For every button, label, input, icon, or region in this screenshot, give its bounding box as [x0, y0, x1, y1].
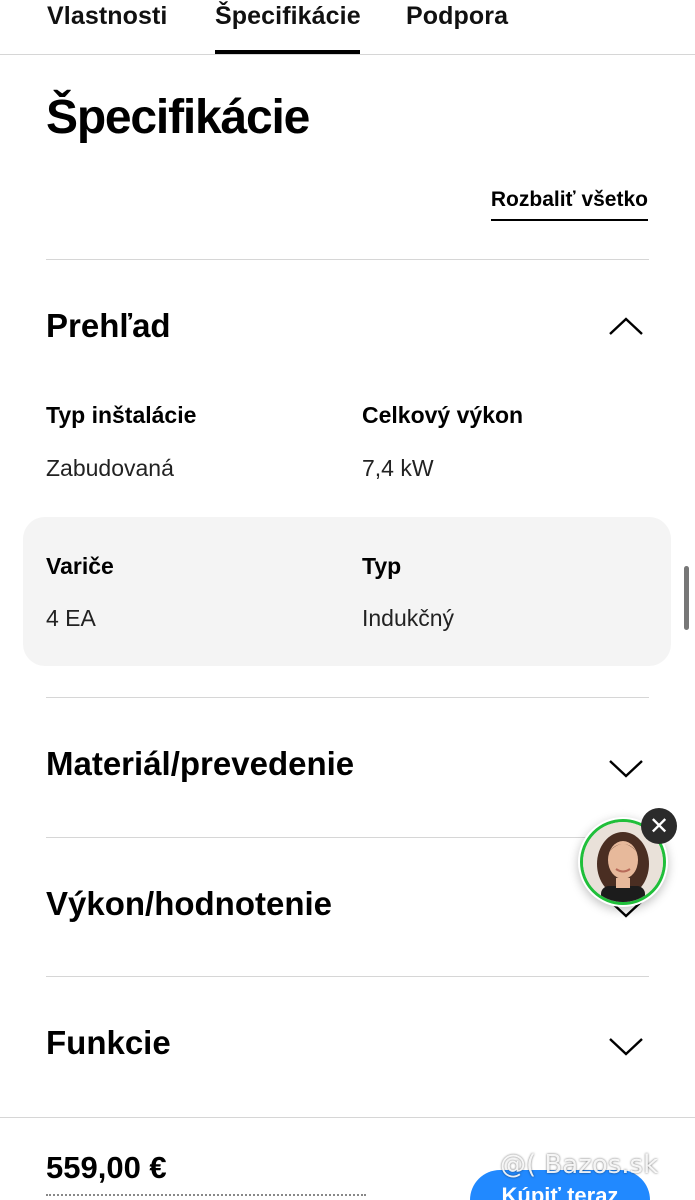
- price-subtext: [46, 1194, 366, 1196]
- spec-row-highlight: [23, 517, 671, 666]
- spec-label-installation-type: Typ inštalácie: [46, 402, 197, 428]
- scrollbar-thumb[interactable]: [684, 566, 689, 630]
- tab-specifikacie[interactable]: Špecifikácie: [215, 2, 361, 31]
- tab-podpora[interactable]: Podpora: [406, 2, 508, 31]
- divider: [46, 976, 649, 977]
- spec-value-installation-type: Zabudovaná: [46, 455, 174, 481]
- spec-value-type: Indukčný: [362, 605, 455, 631]
- page-title: Špecifikácie: [46, 91, 310, 144]
- spec-value-total-power: 7,4 kW: [362, 455, 434, 481]
- expand-all-link[interactable]: Rozbaliť všetko: [490, 188, 648, 221]
- active-tab-indicator: [215, 50, 360, 54]
- divider: [46, 259, 649, 260]
- section-title-prehlad[interactable]: Prehľad: [46, 307, 171, 345]
- divider: [46, 697, 649, 698]
- chat-close-button[interactable]: ✕: [641, 808, 677, 844]
- spec-label-total-power: Celkový výkon: [362, 402, 524, 428]
- spec-value-burners: 4 EA: [46, 605, 96, 631]
- chevron-down-icon[interactable]: [609, 1038, 643, 1056]
- price: 559,00 €: [46, 1150, 167, 1185]
- spec-label-type: Typ: [362, 553, 402, 579]
- section-title-material[interactable]: Materiál/prevedenie: [46, 745, 354, 783]
- section-title-vykon[interactable]: Výkon/hodnotenie: [46, 885, 332, 923]
- divider: [46, 837, 649, 838]
- section-title-funkcie[interactable]: Funkcie: [46, 1024, 171, 1062]
- tab-vlastnosti[interactable]: Vlastnosti: [47, 2, 167, 31]
- chevron-up-icon[interactable]: [609, 317, 643, 335]
- tab-bar: Vlastnosti Špecifikácie Podpora: [0, 0, 695, 55]
- chevron-down-icon[interactable]: [609, 760, 643, 778]
- spec-label-burners: Variče: [46, 553, 114, 579]
- watermark: @( Bazos.sk: [500, 1150, 659, 1180]
